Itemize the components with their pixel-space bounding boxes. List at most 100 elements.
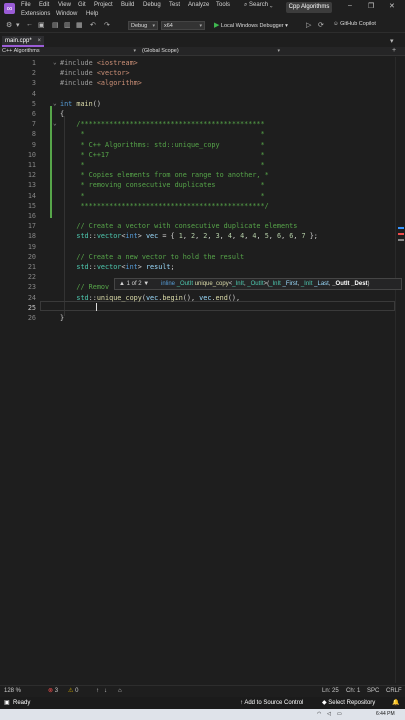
menu-project[interactable]: Project [94, 2, 113, 8]
platform-value: x64 [164, 23, 173, 29]
source-control-button[interactable]: ↑ Add to Source Control [240, 697, 303, 709]
prev-issue-icon[interactable]: ↑ [96, 686, 99, 697]
new-item-icon[interactable]: ▣ [38, 21, 45, 29]
save-all-icon[interactable]: ▦ [76, 21, 83, 29]
open-icon[interactable]: ▤ [52, 21, 59, 29]
tab-overflow-icon[interactable]: ▾ [390, 37, 394, 45]
code-line[interactable]: 9 * C++ Algorithms: std::unique_copy * [0, 140, 395, 150]
next-issue-icon[interactable]: ↓ [104, 686, 107, 697]
line-number: 4 [31, 89, 36, 98]
code-line[interactable]: 12 * Copies elements from one range to a… [0, 170, 395, 180]
menu-analyze[interactable]: Analyze [188, 2, 209, 8]
line-position[interactable]: Ln: 25 [322, 686, 339, 697]
ready-icon: ▣ [4, 700, 10, 706]
error-icon: ⊗ [48, 688, 54, 694]
split-icon[interactable]: + [392, 47, 396, 54]
code-line[interactable]: 19 [0, 242, 395, 252]
close-tab-icon[interactable]: × [37, 36, 41, 46]
code-line[interactable]: 5 ⌄ int main() [0, 99, 395, 109]
redo-icon[interactable]: ↷ [104, 21, 110, 29]
search-icon: ⌕ [244, 2, 248, 8]
run-without-debugging-icon[interactable]: ▷ [306, 21, 311, 29]
search-box[interactable]: ⌕ Search ⌄ [244, 2, 280, 12]
notifications-icon[interactable]: 🔔 [392, 697, 399, 709]
code-line[interactable]: 17 // Create a vector with consecutive d… [0, 221, 395, 231]
code-line[interactable]: 15 *************************************… [0, 201, 395, 211]
platform-select[interactable]: x64 ▾ [161, 21, 205, 30]
error-count[interactable]: ⊗ 3 [48, 686, 58, 697]
select-repository-button[interactable]: ◆ Select Repository [322, 697, 375, 709]
start-debugging-button[interactable]: ▶ Local Windows Debugger ▾ [214, 21, 288, 29]
spacing-indicator[interactable]: SPC [367, 686, 379, 697]
warning-count[interactable]: ⚠ 0 [68, 686, 78, 697]
menu-git[interactable]: Git [78, 2, 86, 8]
menu-help[interactable]: Help [86, 11, 98, 17]
menu-file[interactable]: File [21, 2, 31, 8]
close-button[interactable]: ✕ [389, 2, 395, 10]
column-position[interactable]: Ch: 1 [346, 686, 360, 697]
battery-icon[interactable]: ▭ [337, 709, 342, 720]
code-line[interactable]: 1 ⌄ #include <iostream> [0, 58, 395, 68]
visual-studio-logo-icon[interactable]: ∞ [4, 3, 15, 14]
settings-icon[interactable]: ⚙ [6, 21, 12, 29]
code-line[interactable]: 7 ⌄ /************************************… [0, 119, 395, 129]
code-line[interactable]: 13 * removing consecutive duplicates * [0, 180, 395, 190]
menu-test[interactable]: Test [169, 2, 180, 8]
code-line[interactable]: 6{ [0, 109, 395, 119]
fold-toggle-icon[interactable]: ⌄ [53, 99, 57, 109]
minimize-button[interactable]: – [348, 2, 352, 9]
volume-icon[interactable]: ◁ [327, 709, 331, 720]
undo-icon[interactable]: ↶ [90, 21, 96, 29]
back-icon[interactable]: ← [26, 21, 33, 28]
project-select[interactable]: C++ Algorithms ▾ [2, 48, 138, 55]
menu-window[interactable]: Window [56, 11, 77, 17]
status-text: Ready [13, 700, 31, 706]
code-text: #include <iostream> [60, 59, 138, 67]
code-line[interactable]: 3 #include <algorithm> [0, 78, 395, 88]
menu-extensions[interactable]: Extensions [21, 11, 50, 17]
code-line[interactable]: 24 std::unique_copy(vec.begin(), vec.end… [0, 293, 395, 303]
code-line[interactable]: 25 [0, 303, 395, 313]
menu-debug[interactable]: Debug [143, 2, 161, 8]
line-ending-indicator[interactable]: CRLF [386, 686, 402, 697]
code-cleanup-icon[interactable]: ⌂ [118, 686, 122, 697]
github-copilot-button[interactable]: ☺ GitHub Copilot [333, 21, 376, 27]
scope-select[interactable]: (Global Scope) ▾ [142, 48, 282, 55]
code-line[interactable]: 2 #include <vector> [0, 68, 395, 78]
configuration-select[interactable]: Debug ▾ [128, 21, 158, 30]
code-line[interactable]: 10 * C++17 * [0, 150, 395, 160]
code-line[interactable]: 21 std::vector<int> result; [0, 262, 395, 272]
zoom-level[interactable]: 128 % [4, 686, 21, 697]
overload-navigator[interactable]: ▲ 1 of 2 ▼ [119, 279, 149, 289]
code-text: * removing consecutive duplicates * [60, 181, 265, 190]
menu-tools[interactable]: Tools [216, 2, 230, 8]
wifi-icon[interactable]: ◠ [317, 709, 321, 720]
menu-build[interactable]: Build [121, 2, 134, 8]
menu-view[interactable]: View [58, 2, 71, 8]
code-line[interactable]: 26} [0, 313, 395, 323]
fold-toggle-icon[interactable]: ⌄ [53, 58, 57, 68]
tab-main-cpp[interactable]: main.cpp* × [2, 36, 44, 47]
code-line[interactable]: 18 std::vector<int> vec = { 1, 2, 2, 3, … [0, 231, 395, 241]
menu-edit[interactable]: Edit [39, 2, 49, 8]
save-icon[interactable]: ▥ [64, 21, 71, 29]
project-value: C++ Algorithms [2, 48, 40, 54]
code-editor[interactable]: 1 ⌄ #include <iostream> 2 #include <vector> 3… [0, 57, 395, 683]
code-text: // Remov [60, 283, 110, 292]
line-number: 3 [31, 79, 36, 88]
line-number: 10 [27, 150, 36, 159]
hot-reload-icon[interactable]: ⟳ [318, 21, 324, 29]
maximize-button[interactable]: ❐ [368, 2, 374, 10]
code-line[interactable]: 16 [0, 211, 395, 221]
fold-toggle-icon[interactable]: ⌄ [53, 119, 57, 129]
chevron-down-icon[interactable]: ▾ [16, 21, 20, 29]
vertical-scrollbar[interactable] [395, 57, 405, 683]
code-line[interactable]: 20 // Create a new vector to hold the re… [0, 252, 395, 262]
line-number: 16 [27, 212, 36, 220]
code-line[interactable]: 14 * * [0, 191, 395, 201]
code-line[interactable]: 11 * * [0, 160, 395, 170]
scroll-thumb[interactable] [398, 239, 404, 241]
code-text: * C++17 * [60, 150, 265, 159]
code-line[interactable]: 4 [0, 89, 395, 99]
code-line[interactable]: 8 * * [0, 129, 395, 139]
